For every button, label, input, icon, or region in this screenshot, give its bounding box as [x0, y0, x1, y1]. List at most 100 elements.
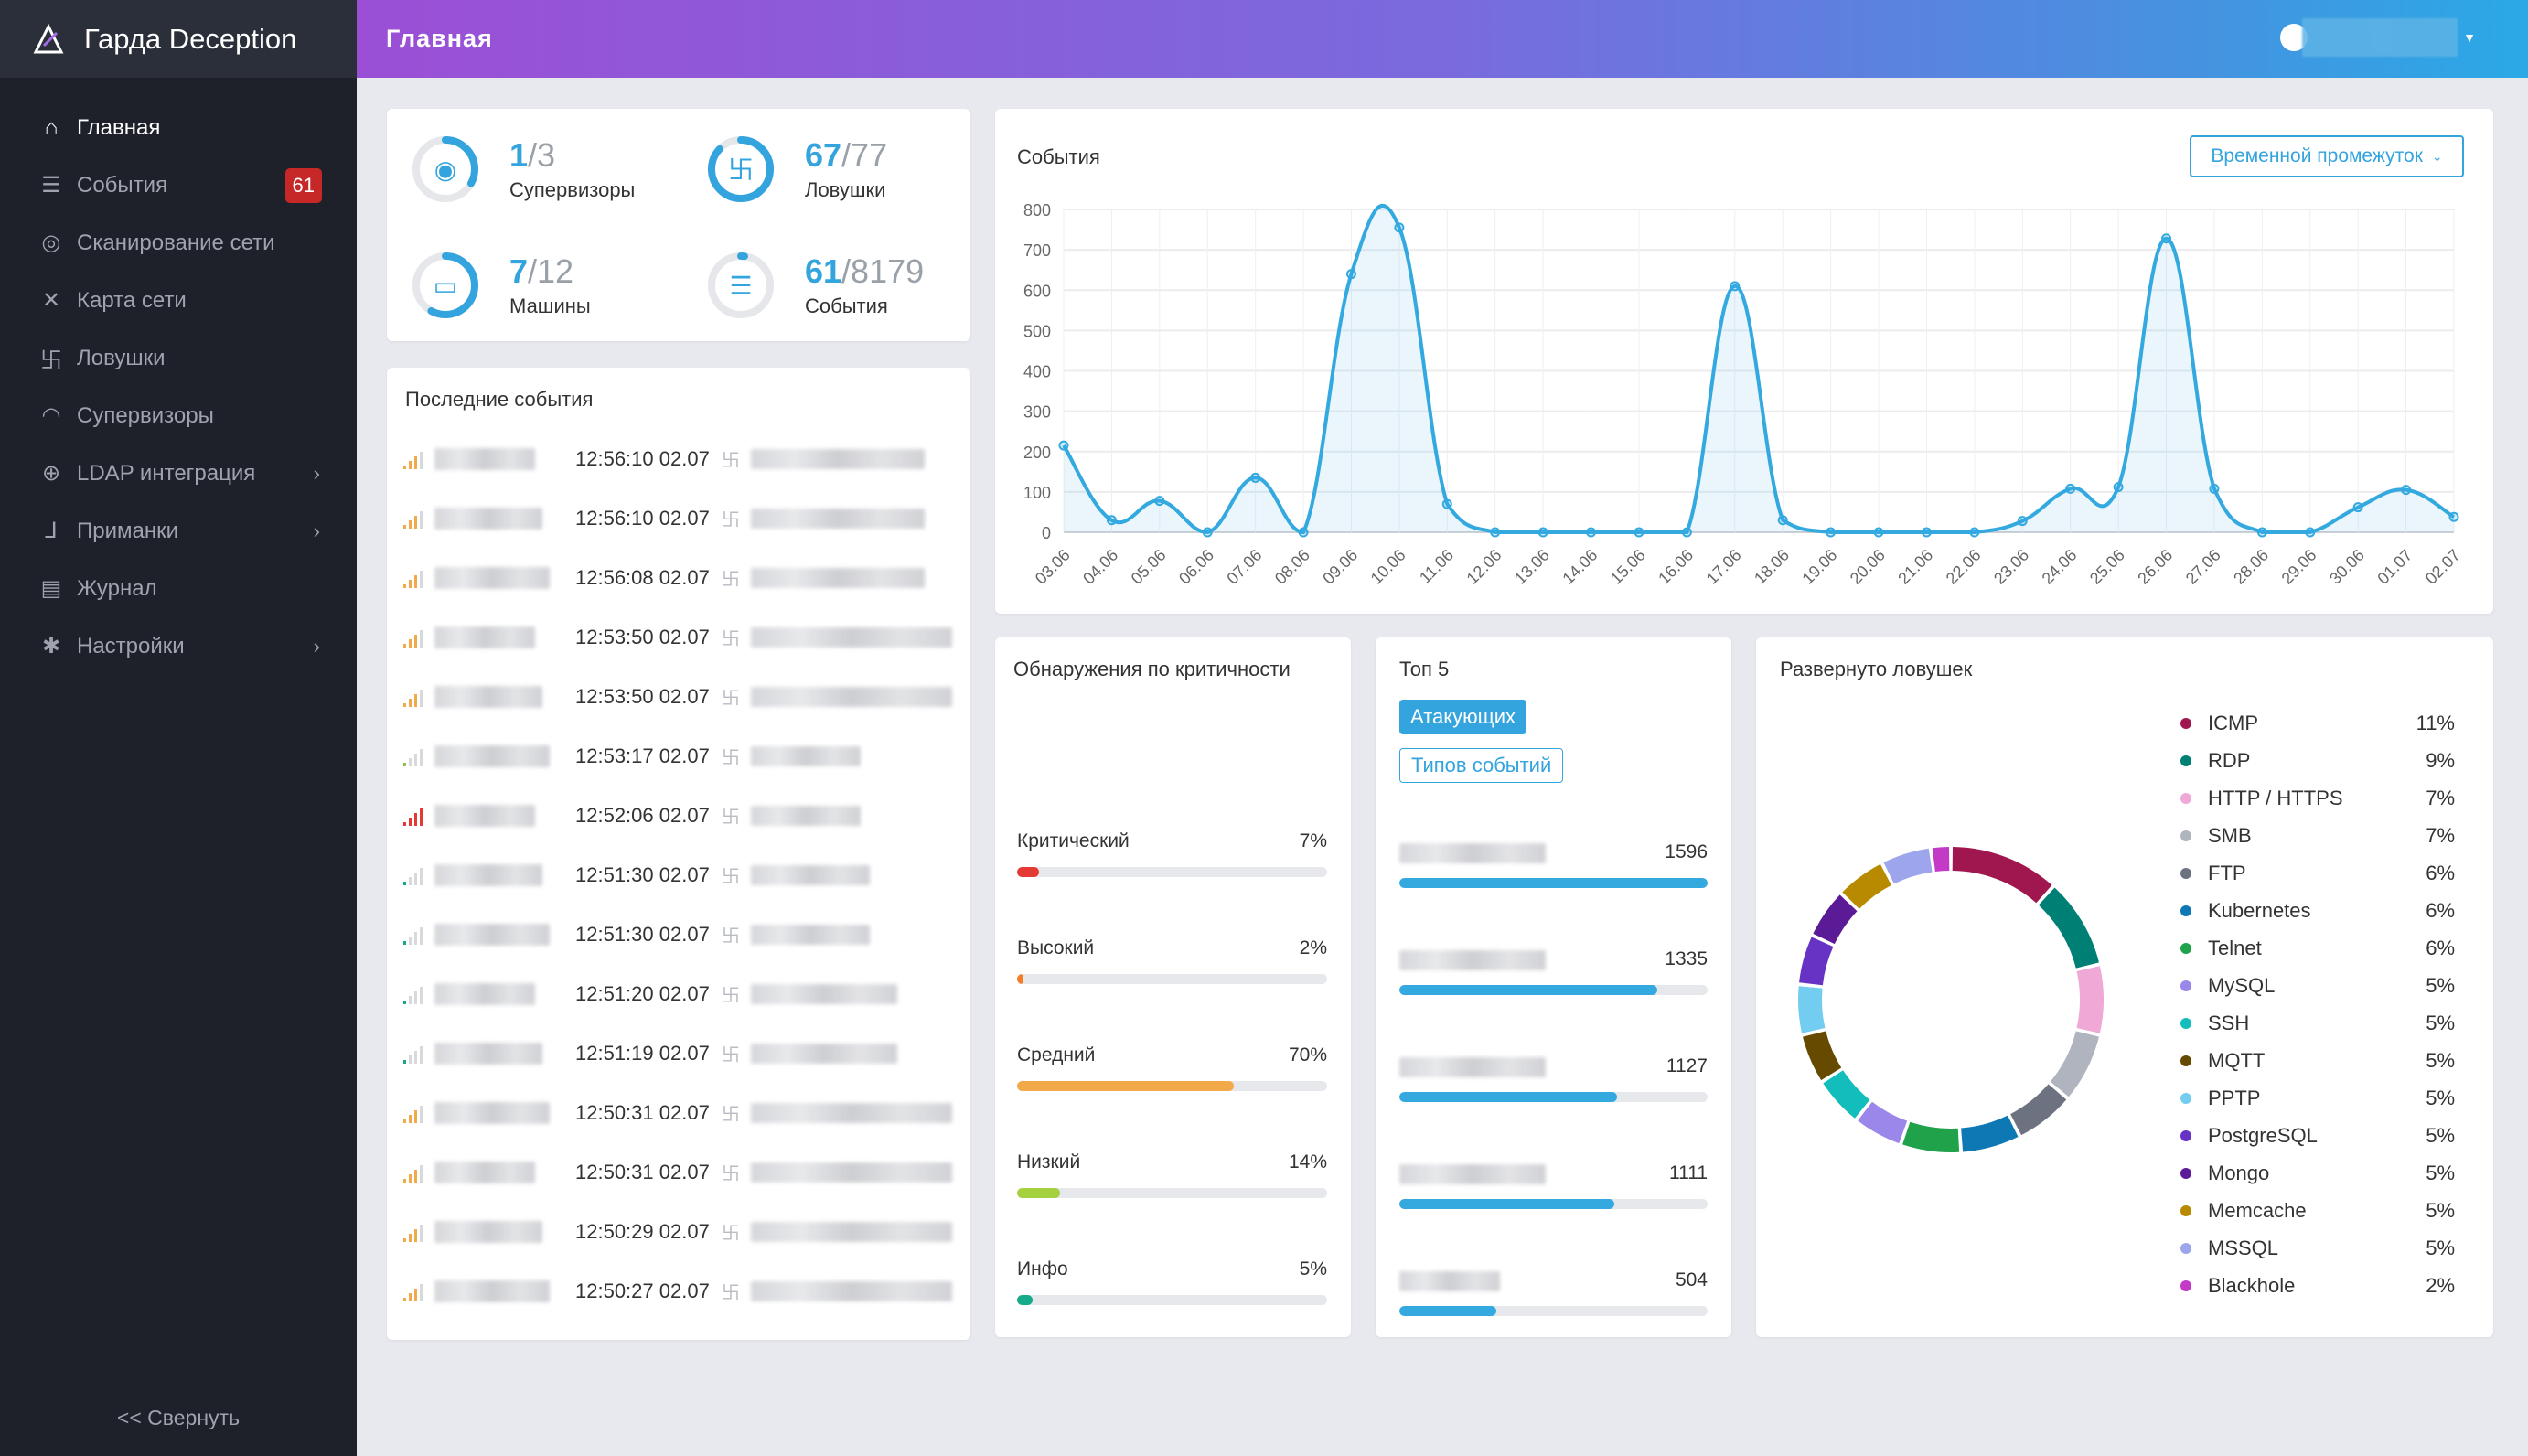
data-point[interactable]: [2113, 482, 2124, 493]
legend-item[interactable]: FTP 6%: [2180, 854, 2455, 892]
legend-item[interactable]: Mongo 5%: [2180, 1154, 2455, 1192]
tab-attackers[interactable]: Атакующих: [1399, 700, 1527, 734]
donut-slice[interactable]: [1799, 937, 1834, 986]
data-point[interactable]: [1345, 269, 1356, 280]
logo[interactable]: Гарда Deception: [0, 0, 357, 78]
event-row[interactable]: 12:51:19 02.07 卐: [387, 1023, 970, 1083]
collapse-sidebar-button[interactable]: << Свернуть: [0, 1406, 357, 1430]
event-row[interactable]: 12:53:50 02.07 卐: [387, 667, 970, 726]
data-point[interactable]: [1106, 515, 1117, 526]
data-point[interactable]: [1441, 498, 1452, 509]
data-point[interactable]: [1873, 527, 1884, 538]
event-row[interactable]: 12:56:10 02.07 卐: [387, 488, 970, 548]
data-point[interactable]: [1250, 472, 1261, 483]
data-point[interactable]: [1298, 527, 1309, 538]
legend-item[interactable]: ICMP 11%: [2180, 704, 2455, 742]
event-row[interactable]: 12:50:29 02.07 卐: [387, 1202, 970, 1261]
event-row[interactable]: 12:51:20 02.07 卐: [387, 964, 970, 1023]
event-row[interactable]: 12:53:17 02.07 卐: [387, 726, 970, 786]
donut-slice[interactable]: [1842, 863, 1892, 910]
data-point[interactable]: [1969, 527, 1980, 538]
top5-bar: [1399, 1306, 1708, 1316]
data-point[interactable]: [1490, 527, 1501, 538]
data-point[interactable]: [1634, 527, 1644, 538]
stat-0[interactable]: ◉ 1/3 Супервизоры: [411, 134, 635, 204]
event-row[interactable]: 12:53:50 02.07 卐: [387, 607, 970, 667]
list-icon: ☰: [729, 272, 752, 300]
user-menu[interactable]: ▼: [2280, 18, 2477, 57]
legend-item[interactable]: RDP 9%: [2180, 742, 2455, 779]
sidebar-item-0[interactable]: ⌂ Главная: [0, 99, 357, 156]
legend-item[interactable]: Telnet 6%: [2180, 929, 2455, 967]
legend-item[interactable]: Memcache 5%: [2180, 1192, 2455, 1229]
donut-slice[interactable]: [2050, 1030, 2099, 1097]
stat-1[interactable]: 卐 67/77 Ловушки: [706, 134, 887, 204]
sidebar-item-6[interactable]: ⊕ LDAP интеграция ›: [0, 444, 357, 502]
data-point[interactable]: [1921, 527, 1932, 538]
event-row[interactable]: 12:50:27 02.07 卐: [387, 1261, 970, 1321]
data-point[interactable]: [2448, 511, 2459, 522]
donut-slice[interactable]: [1823, 1069, 1870, 1119]
legend-item[interactable]: MSSQL 5%: [2180, 1229, 2455, 1267]
data-point[interactable]: [1586, 527, 1597, 538]
donut-slice[interactable]: [1952, 847, 2052, 904]
sidebar-item-3[interactable]: ✕ Карта сети: [0, 272, 357, 329]
donut-slice[interactable]: [1798, 986, 1826, 1033]
event-row[interactable]: 12:51:30 02.07 卐: [387, 845, 970, 905]
donut-slice[interactable]: [1858, 1101, 1908, 1144]
event-row[interactable]: 12:51:30 02.07 卐: [387, 905, 970, 964]
sidebar-item-5[interactable]: ◠ Супервизоры: [0, 387, 357, 444]
legend-item[interactable]: MQTT 5%: [2180, 1042, 2455, 1079]
legend-item[interactable]: MySQL 5%: [2180, 967, 2455, 1004]
donut-slice[interactable]: [1960, 1115, 2019, 1152]
data-point[interactable]: [2256, 527, 2267, 538]
event-row[interactable]: 12:56:10 02.07 卐: [387, 429, 970, 488]
data-point[interactable]: [2017, 516, 2028, 527]
data-point[interactable]: [1826, 527, 1837, 538]
legend-item[interactable]: SSH 5%: [2180, 1004, 2455, 1042]
donut-slice[interactable]: [1932, 847, 1950, 873]
tab-event-types[interactable]: Типов событий: [1399, 748, 1564, 783]
sidebar-item-2[interactable]: ◎ Сканирование сети: [0, 214, 357, 272]
donut-slice[interactable]: [1813, 894, 1858, 945]
legend-item[interactable]: Kubernetes 6%: [2180, 892, 2455, 929]
donut-slice[interactable]: [2009, 1084, 2067, 1136]
sidebar-item-9[interactable]: ✱ Настройки ›: [0, 617, 357, 675]
data-point[interactable]: [1681, 527, 1692, 538]
event-row[interactable]: 12:50:31 02.07 卐: [387, 1142, 970, 1202]
data-point[interactable]: [1058, 440, 1069, 451]
data-point[interactable]: [2161, 233, 2172, 244]
sidebar-item-4[interactable]: 卐 Ловушки: [0, 329, 357, 387]
data-point[interactable]: [2065, 483, 2076, 494]
event-row[interactable]: 12:56:08 02.07 卐: [387, 548, 970, 607]
event-row[interactable]: 12:52:06 02.07 卐: [387, 786, 970, 845]
data-point[interactable]: [1777, 515, 1788, 526]
event-row[interactable]: 12:50:31 02.07 卐: [387, 1083, 970, 1142]
donut-slice[interactable]: [2076, 966, 2104, 1033]
legend-item[interactable]: PPTP 5%: [2180, 1079, 2455, 1117]
data-point[interactable]: [1537, 527, 1548, 538]
legend-item[interactable]: SMB 7%: [2180, 817, 2455, 854]
event-trap-redacted: [751, 508, 925, 529]
data-point[interactable]: [2401, 485, 2412, 496]
data-point[interactable]: [1394, 222, 1405, 233]
legend-item[interactable]: PostgreSQL 5%: [2180, 1117, 2455, 1154]
donut-slice[interactable]: [2038, 887, 2099, 969]
event-time: 12:51:19 02.07: [575, 1041, 710, 1065]
donut-slice[interactable]: [1902, 1121, 1960, 1152]
sidebar-item-8[interactable]: ▤ Журнал: [0, 560, 357, 617]
data-point[interactable]: [1730, 281, 1741, 292]
data-point[interactable]: [1202, 527, 1213, 538]
legend-item[interactable]: Blackhole 2%: [2180, 1267, 2455, 1304]
donut-slice[interactable]: [1883, 848, 1933, 884]
sidebar-item-7[interactable]: ⅃ Приманки ›: [0, 502, 357, 560]
data-point[interactable]: [2352, 502, 2363, 513]
stat-3[interactable]: ☰ 61/8179 События: [706, 251, 924, 320]
legend-item[interactable]: HTTP / HTTPS 7%: [2180, 779, 2455, 817]
donut-slice[interactable]: [1803, 1030, 1842, 1081]
data-point[interactable]: [1154, 496, 1165, 507]
stat-2[interactable]: ▭ 7/12 Машины: [411, 251, 591, 320]
data-point[interactable]: [2209, 483, 2220, 494]
data-point[interactable]: [2305, 527, 2316, 538]
sidebar-item-1[interactable]: ☰ События 61: [0, 156, 357, 214]
